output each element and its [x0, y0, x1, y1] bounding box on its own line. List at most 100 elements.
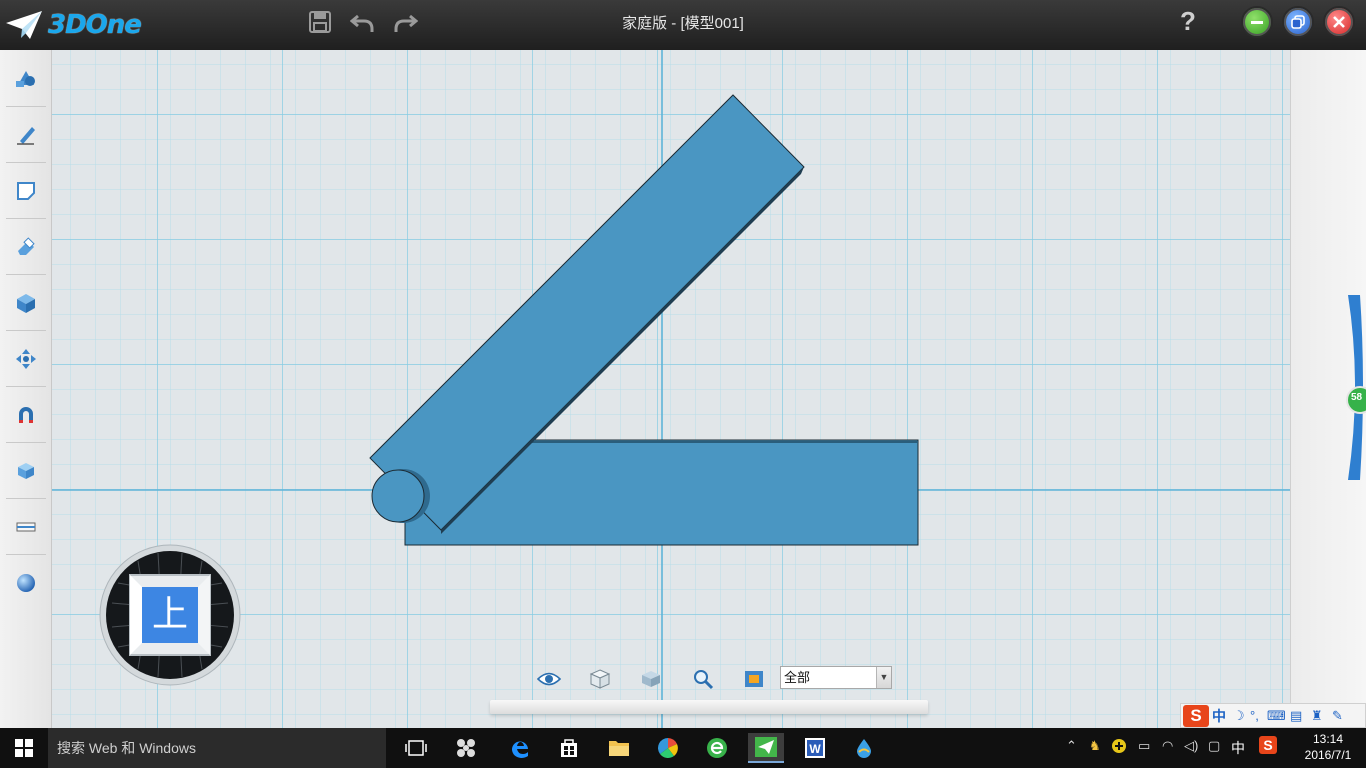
view-plane-button[interactable]	[741, 666, 767, 692]
tool-combine[interactable]	[0, 275, 52, 331]
tray-wifi-icon[interactable]: ◠	[1162, 738, 1173, 754]
svg-text:W: W	[809, 742, 821, 756]
toolbox-icon[interactable]: ▤	[1290, 708, 1308, 724]
document-title: 家庭版 - [模型001]	[622, 15, 744, 32]
skin-shirt-icon[interactable]: ♜	[1311, 708, 1329, 724]
app-logo-text: 3DOne	[48, 10, 142, 40]
taskbar-3done-app[interactable]	[748, 733, 784, 763]
wireframe-cube-icon	[589, 669, 611, 689]
svg-text:S: S	[1263, 737, 1272, 753]
taskbar-clock[interactable]: 13:14 2016/7/1	[1296, 731, 1360, 763]
tool-basic-shapes[interactable]	[0, 50, 52, 106]
taskbar-pinwheel-app[interactable]	[450, 733, 482, 763]
pinwheel-icon	[457, 739, 475, 757]
plus-circle-icon	[1112, 739, 1126, 753]
start-button[interactable]	[8, 733, 40, 763]
wireframe-view-button[interactable]	[587, 666, 613, 692]
close-icon	[1333, 16, 1345, 28]
moon-icon[interactable]: ☽	[1233, 708, 1247, 724]
cube-icon	[17, 294, 35, 313]
square-edit-icon	[17, 182, 35, 200]
tool-sketch-edit[interactable]	[0, 163, 52, 219]
chevron-down-icon[interactable]: ▼	[876, 667, 891, 688]
zoom-fit-button[interactable]	[690, 666, 716, 692]
tool-move[interactable]	[0, 331, 52, 387]
taskbar-browser-360[interactable]	[652, 733, 684, 763]
edge-browser-icon	[511, 741, 528, 758]
tray-sogou-icon[interactable]: S	[1258, 735, 1278, 758]
taskbar-green-browser[interactable]	[701, 733, 733, 763]
water-drop-icon	[857, 739, 871, 758]
keyboard-icon[interactable]: ⌨	[1267, 708, 1287, 724]
task-view-icon	[405, 740, 427, 756]
save-button[interactable]	[306, 8, 334, 36]
eraser-icon	[18, 237, 35, 255]
punctuation-icon[interactable]: °,	[1250, 708, 1264, 723]
title-bar: 3DOne 家庭版 - [模型001] ?	[0, 0, 1366, 50]
eye-icon	[537, 672, 561, 686]
undo-icon	[350, 14, 374, 32]
tray-qq-icon[interactable]: ♞	[1089, 738, 1101, 754]
taskbar-store[interactable]	[553, 733, 585, 763]
tray-ime-indicator[interactable]: 中	[1231, 738, 1245, 758]
windows-taskbar: 搜索 Web 和 Windows W ⌃ ♞ ▭ ◠ ◁) ▢ 中 S 13:1…	[0, 728, 1366, 768]
ruler-icon	[16, 522, 36, 532]
restore-button[interactable]	[1282, 6, 1314, 38]
view-cube-face-label: 上	[151, 594, 188, 635]
view-plane-icon	[745, 671, 763, 687]
tray-plus-icon[interactable]	[1111, 738, 1127, 757]
tray-battery-icon[interactable]: ▭	[1138, 738, 1150, 754]
taskbar-file-explorer[interactable]	[603, 733, 635, 763]
sogou-logo-icon[interactable]: S	[1183, 704, 1209, 727]
tool-snap[interactable]	[0, 387, 52, 443]
undo-button[interactable]	[349, 8, 377, 36]
taskbar-word[interactable]: W	[799, 733, 831, 763]
clock-date: 2016/7/1	[1304, 748, 1352, 762]
taskbar-search-box[interactable]: 搜索 Web 和 Windows	[48, 728, 386, 768]
word-document-icon: W	[805, 738, 825, 758]
tray-volume-icon[interactable]: ◁)	[1184, 738, 1198, 754]
save-icon	[309, 11, 331, 33]
box-icon	[18, 463, 34, 479]
restore-icon	[1291, 15, 1305, 29]
show-hidden-icons-chevron-up-icon[interactable]: ⌃	[1066, 738, 1077, 754]
close-button[interactable]	[1323, 6, 1355, 38]
filter-bar-shelf	[490, 700, 928, 714]
tool-array[interactable]	[0, 443, 52, 499]
right-side-slider[interactable]: 58	[1340, 295, 1366, 480]
move-arrows-icon	[16, 349, 36, 369]
taskbar-drop-app[interactable]	[848, 733, 880, 763]
ime-mode-toggle[interactable]: 中	[1212, 706, 1230, 726]
redo-button[interactable]	[391, 8, 419, 36]
shaded-view-button[interactable]	[638, 666, 664, 692]
taskbar-edge-browser[interactable]	[504, 733, 536, 763]
left-toolbar	[0, 50, 52, 728]
wrench-icon[interactable]: ✎	[1332, 708, 1348, 724]
slider-value: 58	[1351, 392, 1363, 403]
filter-select-value: 全部	[784, 670, 811, 685]
green-e-icon	[707, 738, 727, 758]
tool-sketch[interactable]	[0, 107, 52, 163]
minimize-button[interactable]	[1241, 6, 1273, 38]
paper-plane-icon	[755, 737, 777, 757]
paper-plane-icon	[6, 11, 42, 39]
store-bag-icon	[561, 739, 577, 757]
hinge-pin-model[interactable]	[371, 469, 430, 523]
shaded-cube-icon	[642, 671, 660, 687]
folder-icon	[609, 741, 629, 756]
color-wheel-icon	[658, 738, 678, 758]
basic-shapes-icon	[16, 71, 35, 87]
view-cube[interactable]: 上	[98, 543, 242, 687]
redo-icon	[394, 14, 418, 32]
task-view-button[interactable]	[400, 733, 432, 763]
filter-select[interactable]: 全部 ▼	[780, 666, 892, 689]
sogou-s-icon: S	[1259, 736, 1277, 754]
tray-notification-icon[interactable]: ▢	[1208, 738, 1220, 754]
ime-toolbar: S 中 ☽ °, ⌨ ▤ ♜ ✎	[1180, 703, 1366, 728]
show-hide-button[interactable]	[536, 666, 562, 692]
tool-special-features[interactable]	[0, 219, 52, 275]
tool-material[interactable]	[0, 555, 52, 611]
help-button[interactable]: ?	[1180, 6, 1196, 37]
tool-measure[interactable]	[0, 499, 52, 555]
magnet-icon	[19, 407, 33, 423]
